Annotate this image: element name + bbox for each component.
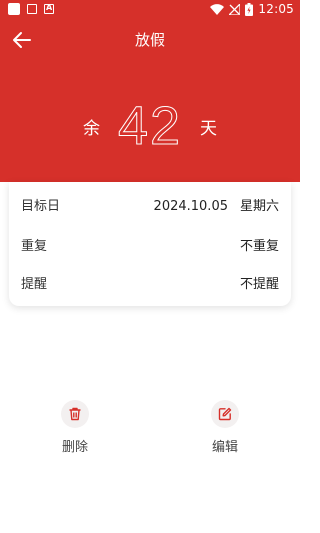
detail-row-reminder: 提醒 不提醒 [21, 271, 279, 293]
no-signal-icon [229, 3, 241, 15]
countdown-suffix: 天 [200, 118, 218, 139]
detail-value: 2024.10.05 星期六 [154, 195, 279, 214]
edit-icon-wrap [211, 400, 239, 428]
edit-label: 编辑 [211, 440, 238, 455]
delete-label: 删除 [61, 440, 88, 455]
detail-label: 目标日 [21, 198, 61, 214]
detail-row-repeat: 重复 不重复 [21, 233, 279, 255]
notification-icon [44, 3, 54, 14]
status-bar-notifications [8, 3, 54, 15]
detail-value: 不提醒 [239, 276, 279, 292]
countdown-prefix: 余 [82, 118, 100, 139]
delete-button[interactable]: 删除 [45, 400, 105, 455]
status-time: 12:05 [258, 2, 294, 16]
edit-icon [218, 407, 232, 421]
wifi-icon [210, 3, 225, 15]
target-weekday: 星期六 [239, 198, 279, 214]
detail-label: 提醒 [21, 276, 48, 292]
header-banner: 12:05 放假 余 42 天 [0, 0, 300, 182]
edit-button[interactable]: 编辑 [195, 400, 255, 455]
notification-icon [8, 3, 20, 15]
notification-icon [27, 4, 37, 14]
target-date: 2024.10.05 [153, 198, 228, 214]
detail-row-target-date: 目标日 2024.10.05 星期六 [21, 193, 279, 215]
status-bar-system: 12:05 [210, 2, 294, 16]
detail-card: 目标日 2024.10.05 星期六 重复 不重复 提醒 不提醒 [9, 182, 291, 306]
status-bar: 12:05 [0, 0, 300, 20]
trash-icon [69, 407, 81, 421]
detail-label: 重复 [21, 238, 48, 254]
battery-icon [245, 2, 254, 16]
countdown: 余 42 天 [0, 94, 300, 158]
delete-icon-wrap [61, 400, 89, 428]
page-title: 放假 [134, 31, 165, 49]
detail-value: 不重复 [239, 238, 279, 254]
countdown-days: 42 [117, 96, 183, 157]
